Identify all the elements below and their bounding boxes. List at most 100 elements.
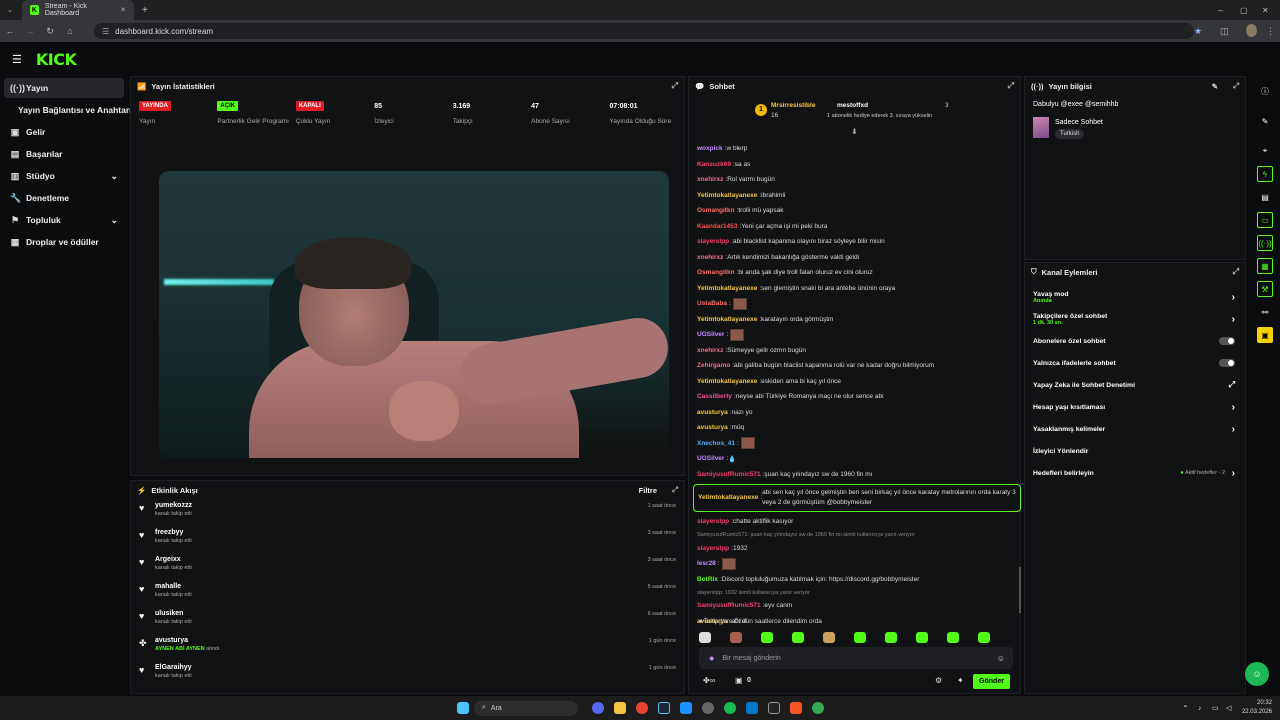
followers-only-row[interactable]: Takipçilere özel sohbet 1 dk. 30 sn. › <box>1025 308 1245 330</box>
new-tab-button[interactable]: + <box>142 5 148 16</box>
mic-tray-icon[interactable]: ♪ <box>1198 705 1202 712</box>
app-icon[interactable] <box>702 702 714 714</box>
chat-username[interactable]: Yetimtokatlayanexe <box>697 378 757 385</box>
app-icon[interactable] <box>680 702 692 714</box>
support-chat-button[interactable]: ☺ <box>1245 662 1269 686</box>
leader-user[interactable]: Mrsirresistible <box>771 102 815 109</box>
chat-username[interactable]: avusturya <box>697 409 728 416</box>
chat-input[interactable]: ● Bir mesaj gönderin ☺ <box>699 647 1013 669</box>
forward-icon[interactable]: → <box>20 26 40 36</box>
filter-button[interactable]: Filtre <box>639 486 657 495</box>
focus-icon[interactable]: ⌖ <box>1257 143 1273 159</box>
browser-menu-icon[interactable]: ⋮ <box>1266 26 1275 37</box>
chat-username[interactable]: UGSilver <box>697 455 724 462</box>
chat-username[interactable]: Kaandar1453 <box>697 223 737 230</box>
chat-username[interactable]: BotRix <box>697 576 718 583</box>
emote-icon[interactable] <box>916 632 928 643</box>
activity-user[interactable]: avusturya <box>155 637 220 644</box>
category-name[interactable]: Sadece Sohbet <box>1055 119 1103 126</box>
chat-username[interactable]: xnehirxz <box>697 176 723 183</box>
emote-icon[interactable] <box>947 632 959 643</box>
chat-username[interactable]: Kansuzk69 <box>697 161 731 168</box>
bookmark-star-icon[interactable]: ★ <box>1194 26 1202 37</box>
clapper-icon[interactable]: ▣ <box>1257 327 1273 343</box>
layout-icon[interactable]: ▦ <box>1257 258 1273 274</box>
emote-icon[interactable] <box>823 632 835 643</box>
chat-username[interactable]: slayerslpp <box>697 545 729 552</box>
category-thumb[interactable] <box>1033 117 1049 138</box>
chat-settings-icon[interactable]: ⚙ <box>935 676 942 685</box>
clipboard-icon[interactable]: ▤ <box>1257 189 1273 205</box>
emote-icon[interactable] <box>854 632 866 643</box>
chat-username[interactable]: Yetimtokatlayanexe <box>698 493 758 503</box>
activity-user[interactable]: Argeixx <box>155 556 192 563</box>
brave-icon[interactable] <box>790 702 802 714</box>
chat-username[interactable]: Yetimtokatlayanexe <box>697 285 757 292</box>
expand-leaderboard-icon[interactable]: ⇟ <box>851 127 858 136</box>
spotify-icon[interactable] <box>724 702 736 714</box>
emote-icon[interactable] <box>792 632 804 643</box>
banned-words-row[interactable]: Yasaklanmış kelimeler › <box>1025 418 1245 440</box>
windows-start-icon[interactable] <box>457 702 469 714</box>
chat-username[interactable]: SamiyusufRumic571 <box>697 471 761 478</box>
chat-tools-icon[interactable]: ✦ <box>957 676 964 685</box>
account-age-row[interactable]: Hesap yaşı kısıtlaması › <box>1025 396 1245 418</box>
emoji-picker-icon[interactable]: ☺ <box>997 654 1005 663</box>
points-icon[interactable]: ✤∞ <box>703 676 715 685</box>
broadcast-icon[interactable]: ((·)) <box>1257 235 1273 251</box>
share-icon[interactable]: ⚯ <box>1257 304 1273 320</box>
chat-bubble-icon[interactable]: ▭ <box>1257 212 1273 228</box>
lightning-icon[interactable]: ϟ <box>1257 166 1273 182</box>
popout-icon[interactable]: ⤢ <box>672 81 678 91</box>
mic-icon[interactable]: ● <box>709 653 714 663</box>
chat-username[interactable]: UstaBaba <box>697 300 727 307</box>
clock[interactable]: 20:32 22.03.2026 <box>1240 699 1272 717</box>
sidebar-item-gelir[interactable]: ▣ Gelir <box>4 122 124 142</box>
chat-username[interactable]: Cassilberty <box>697 393 732 400</box>
maximize-button[interactable]: ▢ <box>1240 6 1248 15</box>
chat-username[interactable]: xnehirxz <box>697 254 723 261</box>
tab-list-icon[interactable]: ⌄ <box>7 6 13 14</box>
tab-close-icon[interactable]: ✕ <box>120 6 126 14</box>
chat-username[interactable]: Zehirgamo <box>697 362 730 369</box>
emotes-only-toggle[interactable] <box>1219 359 1235 367</box>
tray-chevron-icon[interactable]: ⌃ <box>1182 704 1189 713</box>
sidebar-item-droplar[interactable]: ▦ Droplar ve ödüller <box>4 232 124 252</box>
url-field[interactable]: ☰ dashboard.kick.com/stream <box>94 23 1194 39</box>
app-icon[interactable] <box>768 702 780 714</box>
info-icon[interactable]: ⓘ <box>1257 83 1273 99</box>
goals-row[interactable]: Hedefleri belirleyin ● Aktif hedefler - 2… <box>1025 462 1245 484</box>
home-icon[interactable]: ⌂ <box>60 26 80 36</box>
close-window-button[interactable]: ✕ <box>1262 6 1269 15</box>
profile-avatar[interactable] <box>1246 24 1257 37</box>
popout-icon[interactable]: ⤢ <box>1233 267 1239 277</box>
emote-icon[interactable] <box>761 632 773 643</box>
chat-username[interactable]: slayerslpp <box>697 518 729 525</box>
chat-username[interactable]: woxpick <box>697 145 723 152</box>
ai-moderation-row[interactable]: Yapay Zeka ile Sohbet Denetimi ⤢ <box>1025 374 1245 396</box>
edit-icon[interactable]: ✎ <box>1212 82 1218 91</box>
volume-icon[interactable]: ◁ <box>1226 704 1231 712</box>
send-button[interactable]: Gönder <box>973 674 1010 689</box>
sidebar-item-stream-key[interactable]: Yayın Bağlantısı ve Anahtarı <box>4 100 132 120</box>
steam-icon[interactable] <box>658 702 670 714</box>
taskbar-search[interactable]: ⌕ Ara <box>474 700 578 716</box>
chat-username[interactable]: Xnechos_41 <box>697 440 735 447</box>
chat-username[interactable]: Yetimtokatlayanexe <box>697 316 757 323</box>
activity-user[interactable]: ulusiken <box>155 610 192 617</box>
second-user[interactable]: mestoffxd <box>837 102 868 109</box>
sidebar-item-yayin[interactable]: ((·)) Yayın <box>4 78 124 98</box>
activity-user[interactable]: ElGaraihyy <box>155 664 192 671</box>
vscode-icon[interactable] <box>746 702 758 714</box>
vault-icon[interactable]: ▣ <box>735 676 743 685</box>
activity-user[interactable]: freezbyy <box>155 529 192 536</box>
back-icon[interactable]: ← <box>0 26 20 36</box>
chrome-active-icon[interactable] <box>812 702 824 714</box>
wrench-icon[interactable]: ⚒ <box>1257 281 1273 297</box>
popout-icon[interactable]: ⤢ <box>672 485 678 495</box>
slow-mode-row[interactable]: Yavaş mod Anında › <box>1025 286 1245 308</box>
emote-icon[interactable] <box>730 632 742 643</box>
discord-icon[interactable] <box>592 702 604 714</box>
popout-icon[interactable]: ⤢ <box>1233 81 1239 91</box>
raid-row[interactable]: İzleyici Yönlendir <box>1025 440 1245 462</box>
